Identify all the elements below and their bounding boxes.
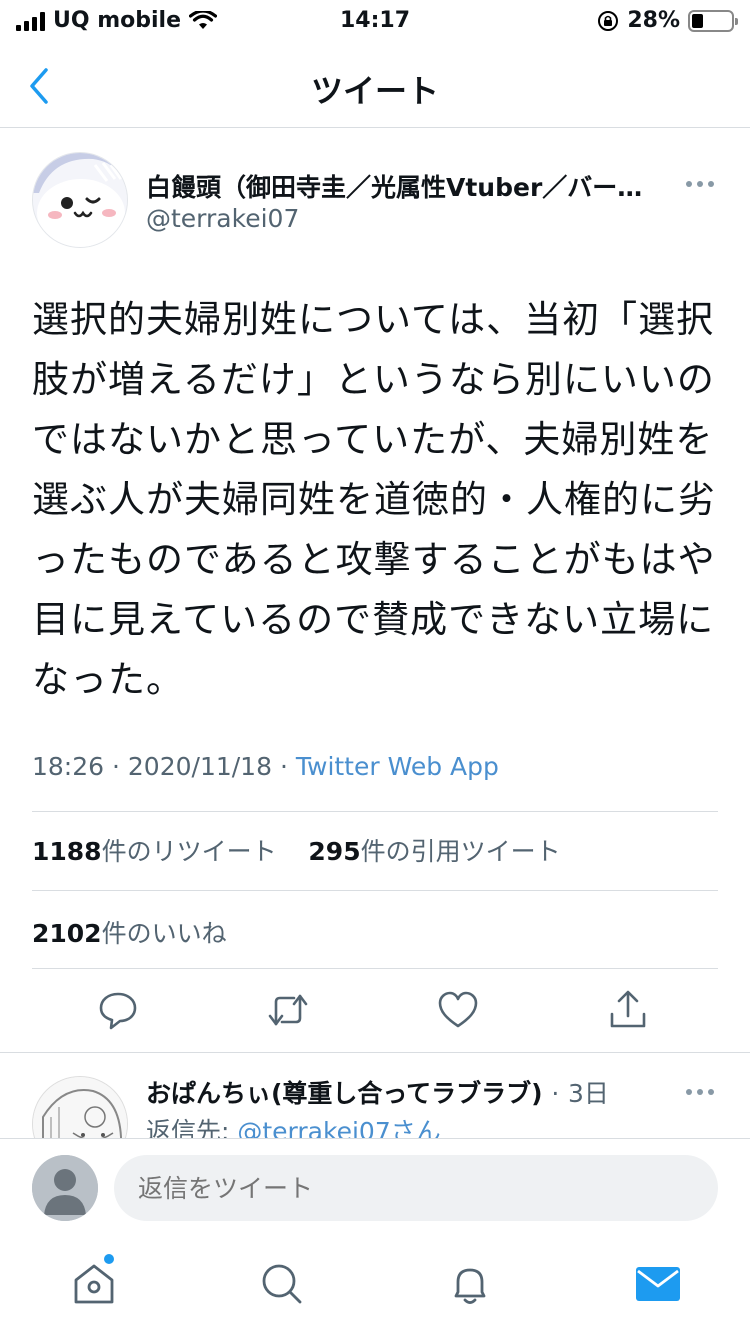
retweets-label: 件のリツイート (101, 837, 277, 866)
tweet-more-button[interactable] (682, 174, 718, 194)
likes-label: 件のいいね (101, 919, 227, 948)
default-user-icon (32, 1155, 98, 1221)
more-dot (708, 1089, 714, 1095)
status-bar-right: 28% (597, 8, 738, 33)
section-divider (0, 1052, 750, 1053)
battery-icon (688, 9, 738, 32)
reply-button[interactable] (96, 988, 140, 1032)
retweet-button[interactable] (266, 988, 310, 1032)
nav-header: ツイート (0, 44, 750, 128)
divider (32, 968, 718, 969)
battery-level-fill (692, 13, 703, 28)
home-new-indicator (104, 1254, 114, 1264)
bottom-tab-bar (0, 1240, 750, 1334)
battery-percent: 28% (627, 8, 680, 33)
reply-more-button[interactable] (682, 1082, 718, 1102)
more-dot (697, 181, 703, 187)
meta-separator: · (112, 752, 120, 781)
quotes-stat[interactable]: 295件の引用ツイート (308, 837, 560, 866)
author-handle[interactable]: @terrakei07 (146, 204, 299, 233)
author-avatar[interactable] (32, 152, 128, 248)
more-dots-icon (686, 181, 692, 187)
reply-input[interactable] (114, 1155, 718, 1221)
engagement-stats-row: 1188件のリツイート 295件の引用ツイート (32, 832, 561, 868)
tweet-time: 18:26 (32, 752, 105, 781)
envelope-icon (636, 1267, 680, 1301)
tweet-meta: 18:26 · 2020/11/18 · Twitter Web App (32, 752, 499, 781)
status-bar: UQ mobile 14:17 28% (0, 0, 750, 44)
reply-author-name: おぱんちぃ(尊重し合ってラブラブ) (146, 1079, 543, 1108)
tab-notifications[interactable] (444, 1258, 496, 1310)
likes-count: 2102 (32, 919, 102, 948)
comment-icon (99, 992, 137, 1030)
share-button[interactable] (606, 988, 650, 1032)
meta-separator: · (551, 1079, 560, 1108)
more-dot (697, 1089, 703, 1095)
tab-messages[interactable] (632, 1258, 684, 1310)
more-dots-icon (686, 1089, 692, 1095)
more-dot (708, 181, 714, 187)
likes-stats-row[interactable]: 2102件のいいね (32, 914, 227, 950)
divider (32, 811, 718, 812)
share-icon (610, 990, 646, 1028)
home-icon (74, 1264, 114, 1304)
author-avatar-image (33, 153, 127, 247)
heart-icon (438, 991, 478, 1028)
meta-separator: · (279, 752, 288, 781)
bell-icon (454, 1268, 486, 1304)
quotes-count: 295 (308, 837, 361, 866)
reply-author-line[interactable]: おぱんちぃ(尊重し合ってラブラブ) · 3日 (146, 1074, 609, 1110)
retweet-icon (268, 994, 308, 1026)
tweet-text: 選択的夫婦別姓については、当初「選択肢が増えるだけ」というなら別にいいのではない… (32, 298, 716, 701)
source-app-link[interactable]: Twitter Web App (296, 752, 499, 781)
tab-search[interactable] (256, 1258, 308, 1310)
retweets-count: 1188 (32, 837, 102, 866)
tweet-date: 2020/11/18 (127, 752, 272, 781)
divider (32, 890, 718, 891)
my-avatar[interactable] (32, 1155, 98, 1221)
retweets-stat[interactable]: 1188件のリツイート (32, 837, 277, 866)
like-button[interactable] (436, 988, 480, 1032)
tweet-action-bar (0, 988, 750, 1036)
orientation-lock-icon (598, 10, 619, 31)
author-name[interactable]: 白饅頭（御田寺圭／光属性Vtuber／バー… (146, 168, 666, 204)
reply-composer (0, 1138, 750, 1238)
tab-home[interactable] (68, 1258, 120, 1310)
page-title: ツイート (310, 72, 439, 110)
quotes-label: 件の引用ツイート (360, 837, 561, 866)
search-icon (262, 1264, 302, 1304)
reply-time-ago: 3日 (568, 1079, 609, 1108)
